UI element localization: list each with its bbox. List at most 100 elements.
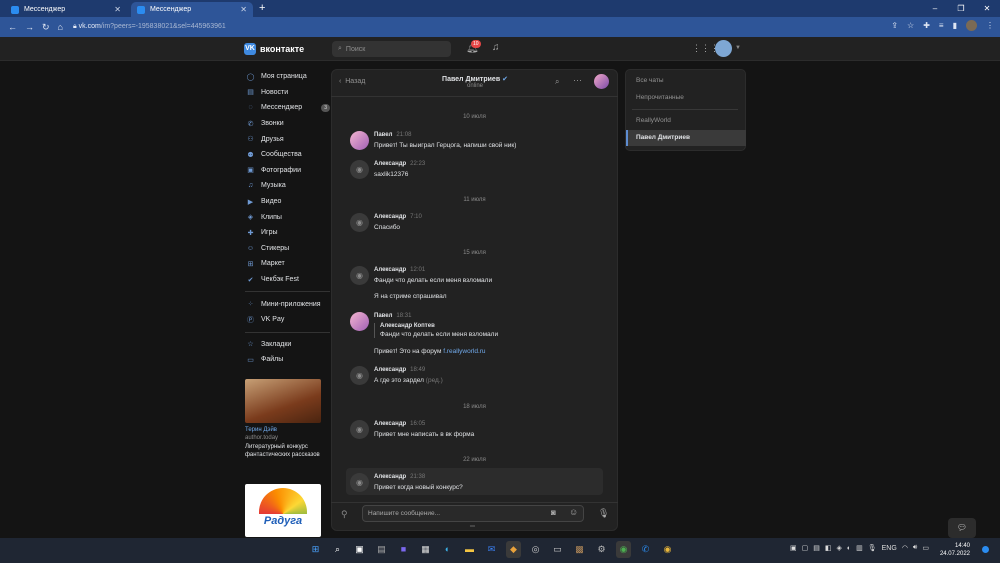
ad-description[interactable]: Литературный конкурс фантастических расс…: [245, 443, 325, 459]
peer-avatar[interactable]: [594, 74, 609, 89]
search-icon[interactable]: ⌕: [555, 77, 559, 87]
sidebar-icon[interactable]: ▮: [953, 21, 957, 30]
message-author[interactable]: Александр: [374, 214, 406, 220]
message-link[interactable]: f.reallyworld.ru: [443, 348, 485, 355]
resize-handle[interactable]: ═: [470, 523, 475, 530]
windows-start-icon[interactable]: ⊞: [308, 541, 323, 558]
back-button[interactable]: ‹ Назад: [339, 78, 365, 85]
sidebar-item[interactable]: ◌ Мессенджер 3: [245, 100, 330, 116]
widgets-icon[interactable]: ▤: [374, 541, 389, 558]
microphone-icon[interactable]: 🎙︎: [868, 544, 877, 552]
back-arrow-icon[interactable]: ←: [8, 22, 17, 32]
sidebar-item[interactable]: ▭ Файлы: [245, 352, 330, 368]
gear-icon[interactable]: ⚙: [594, 541, 609, 558]
camera-avatar-icon[interactable]: ◉: [350, 366, 369, 385]
filter-unread[interactable]: Непрочитанные: [636, 94, 684, 101]
sidebar-item[interactable]: ♫ Музыка: [245, 178, 330, 194]
more-icon[interactable]: ···: [573, 75, 582, 85]
tray-app-icon[interactable]: ▤: [813, 544, 820, 552]
sidebar-item[interactable]: ✔ Чекбэк Fest: [245, 272, 330, 288]
vk-icon[interactable]: ✆: [638, 541, 653, 558]
emoji-icon[interactable]: ☺: [569, 507, 578, 517]
chevron-down-icon[interactable]: ▼: [735, 45, 741, 51]
message-time[interactable]: 18:31: [396, 313, 411, 319]
sidebar-item[interactable]: Ⓟ VK Pay: [245, 312, 330, 328]
sidebar-item[interactable]: ⚉ Сообщества: [245, 147, 330, 163]
vk-logo[interactable]: VK вконтакте: [244, 43, 304, 55]
filter-all-chats[interactable]: Все чаты: [636, 77, 664, 84]
ad-image[interactable]: [245, 379, 321, 423]
terminal-icon[interactable]: ▭: [550, 541, 565, 558]
url-field[interactable]: 🔒︎ vk.com/im?peers=-195838021&sel=445963…: [73, 23, 226, 31]
folder-icon[interactable]: ▬: [462, 541, 477, 558]
camera-avatar-icon[interactable]: ◉: [350, 213, 369, 232]
message-author[interactable]: Павел: [374, 132, 392, 138]
mail-icon[interactable]: ✉: [484, 541, 499, 558]
chrome-icon-active[interactable]: ◉: [616, 541, 631, 558]
folder-pavel[interactable]: Павел Дмитриев: [636, 134, 690, 141]
language-indicator[interactable]: ENG: [882, 545, 897, 552]
paperclip-icon[interactable]: ⚲: [341, 509, 348, 520]
new-tab-icon[interactable]: +: [259, 2, 265, 14]
chrome-icon[interactable]: ◉: [660, 541, 675, 558]
message-time[interactable]: 12:01: [410, 267, 425, 273]
message-time[interactable]: 7:10: [410, 214, 422, 220]
tray-app-icon[interactable]: ◐: [847, 545, 851, 552]
message-time[interactable]: 18:49: [410, 367, 425, 373]
search-input[interactable]: ⌕ Поиск: [332, 41, 451, 57]
star-icon[interactable]: ☆: [907, 21, 914, 30]
home-icon[interactable]: ⌂: [58, 22, 63, 32]
message-author[interactable]: Павел: [374, 313, 392, 319]
sidebar-item[interactable]: ☆ Закладки: [245, 337, 330, 353]
volume-icon[interactable]: 🔊︎: [913, 544, 917, 552]
maximize-icon[interactable]: ❐: [948, 0, 974, 17]
tray-app-icon[interactable]: ▣: [790, 544, 797, 552]
sidebar-item[interactable]: ✆ Звонки: [245, 116, 330, 132]
share-icon[interactable]: ⇪: [891, 21, 898, 30]
camera-avatar-icon[interactable]: ◉: [350, 160, 369, 179]
close-tab-icon[interactable]: ✕: [114, 5, 121, 14]
message-author[interactable]: Александр: [374, 367, 406, 373]
camera-icon[interactable]: ◙: [551, 508, 556, 517]
sidebar-item[interactable]: ▶ Видео: [245, 194, 330, 210]
profile-avatar[interactable]: [966, 20, 977, 31]
camera-avatar-icon[interactable]: ◉: [350, 473, 369, 492]
message-time[interactable]: 16:05: [410, 421, 425, 427]
tray-app-icon[interactable]: ◈: [837, 544, 842, 552]
user-avatar[interactable]: [715, 40, 732, 57]
wifi-icon[interactable]: ◠: [902, 544, 908, 552]
message-author[interactable]: Александр: [374, 267, 406, 273]
tray-app-icon[interactable]: ▥: [856, 544, 863, 552]
folder-reallyworld[interactable]: ReallyWorld: [636, 117, 671, 124]
teams-icon[interactable]: ■: [396, 541, 411, 558]
close-tab-icon[interactable]: ✕: [240, 5, 247, 14]
sidebar-item[interactable]: ⚇ Друзья: [245, 131, 330, 147]
taskbar-clock[interactable]: 14:40 24.07.2022: [930, 542, 970, 558]
steam-icon[interactable]: ◎: [528, 541, 543, 558]
reload-icon[interactable]: ↻: [42, 22, 50, 33]
sidebar-item[interactable]: ✚ Игры: [245, 225, 330, 241]
message-author[interactable]: Александр: [374, 161, 406, 167]
message-time[interactable]: 21:08: [396, 132, 411, 138]
message-time[interactable]: 22:23: [410, 161, 425, 167]
store-icon[interactable]: ▦: [418, 541, 433, 558]
tray-app-icon[interactable]: ◧: [825, 544, 832, 552]
microphone-icon[interactable]: 🎙︎: [598, 508, 609, 519]
music-icon[interactable]: ♫: [492, 42, 500, 53]
extensions-icon[interactable]: ✚: [923, 21, 930, 30]
menu-dots-icon[interactable]: ⋮: [986, 21, 994, 30]
ad-banner-raduga[interactable]: Радуга: [245, 484, 321, 537]
minimize-icon[interactable]: –: [922, 0, 948, 17]
app-icon[interactable]: ◆: [506, 541, 521, 558]
camera-avatar-icon[interactable]: ◉: [350, 420, 369, 439]
camera-avatar-icon[interactable]: ◉: [350, 266, 369, 285]
sidebar-item[interactable]: ◈ Клипы: [245, 209, 330, 225]
edge-icon[interactable]: ◐: [440, 541, 455, 558]
forward-arrow-icon[interactable]: →: [25, 22, 34, 32]
notification-dot[interactable]: [982, 546, 989, 553]
minecraft-icon[interactable]: ▩: [572, 541, 587, 558]
sidebar-item[interactable]: ▣ Фотографии: [245, 163, 330, 179]
browser-tab[interactable]: Мессенджер ✕: [5, 2, 127, 17]
browser-tab-active[interactable]: Мессенджер ✕: [131, 2, 253, 17]
task-view-icon[interactable]: ▣: [352, 541, 367, 558]
